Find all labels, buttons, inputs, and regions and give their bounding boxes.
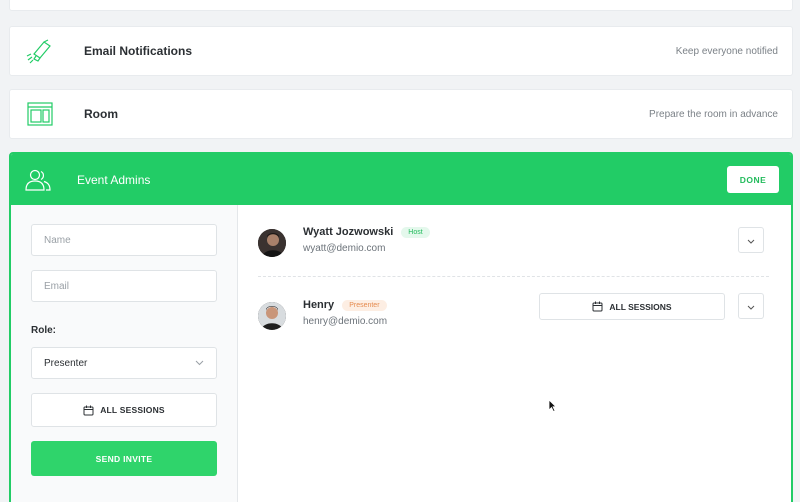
- admin-name: Wyatt Jozwowski Host: [303, 226, 430, 238]
- event-admins-header: Event Admins DONE: [11, 154, 791, 205]
- role-badge: Presenter: [342, 299, 387, 311]
- chevron-down-icon: [747, 231, 755, 249]
- admin-name: Henry Presenter: [303, 299, 387, 311]
- all-sessions-button[interactable]: ALL SESSIONS: [31, 393, 217, 427]
- mouse-cursor-icon: [548, 399, 557, 417]
- chevron-down-icon: [195, 358, 204, 369]
- avatar: [258, 302, 286, 330]
- section-title: Event Admins: [77, 172, 151, 187]
- admin-all-sessions-button[interactable]: ALL SESSIONS: [539, 293, 725, 320]
- room-row[interactable]: Room Prepare the room in advance: [9, 89, 793, 139]
- name-field[interactable]: [31, 224, 217, 256]
- admin-email: henry@demio.com: [303, 316, 388, 327]
- role-label: Role:: [31, 325, 56, 336]
- admin-menu-button[interactable]: [738, 293, 764, 319]
- all-sessions-label: ALL SESSIONS: [100, 405, 165, 415]
- chevron-down-icon: [747, 297, 755, 315]
- role-select[interactable]: Presenter: [31, 347, 217, 379]
- admin-row-henry: Henry Presenter henry@demio.com ALL SESS…: [258, 293, 773, 343]
- admin-menu-button[interactable]: [738, 227, 764, 253]
- event-admins-panel: Event Admins DONE Role: Presenter ALL SE…: [9, 152, 793, 502]
- calendar-icon: [83, 405, 94, 416]
- admin-divider: [258, 276, 769, 277]
- room-layout-icon: [26, 100, 54, 128]
- email-field[interactable]: [31, 270, 217, 302]
- megaphone-icon: [26, 37, 54, 65]
- avatar: [258, 229, 286, 257]
- email-input[interactable]: [44, 280, 216, 292]
- admin-name-text: Henry: [303, 299, 335, 311]
- send-invite-button[interactable]: SEND INVITE: [31, 441, 217, 476]
- admin-email: wyatt@demio.com: [303, 243, 386, 254]
- section-description: Keep everyone notified: [675, 45, 778, 57]
- email-notifications-row[interactable]: Email Notifications Keep everyone notifi…: [9, 26, 793, 76]
- users-icon: [25, 169, 53, 191]
- name-input[interactable]: [44, 234, 216, 246]
- admin-row-wyatt: Wyatt Jozwowski Host wyatt@demio.com: [258, 226, 773, 270]
- admin-name-text: Wyatt Jozwowski: [303, 226, 394, 238]
- section-description: Prepare the room in advance: [649, 108, 778, 120]
- section-title: Room: [84, 107, 118, 121]
- invite-form: Role: Presenter ALL SESSIONS SEND INVITE: [11, 205, 238, 502]
- role-badge: Host: [401, 226, 430, 238]
- role-select-value: Presenter: [44, 357, 88, 369]
- section-title: Email Notifications: [84, 44, 193, 58]
- previous-section-card: [9, 0, 793, 11]
- admins-list: Wyatt Jozwowski Host wyatt@demio.com Hen…: [238, 205, 791, 502]
- done-button[interactable]: DONE: [727, 166, 779, 193]
- all-sessions-label: ALL SESSIONS: [609, 301, 672, 312]
- calendar-icon: [592, 301, 603, 312]
